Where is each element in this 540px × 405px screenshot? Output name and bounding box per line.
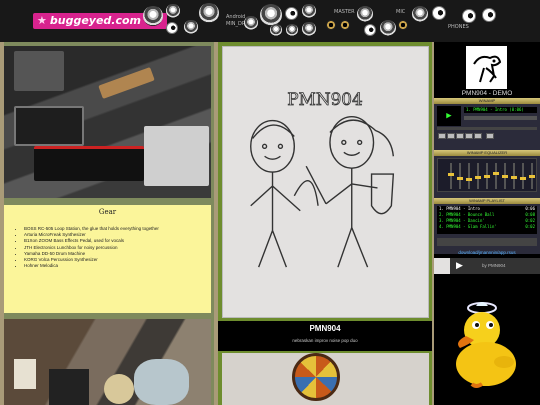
audio-player: ▶ by PMN904 [434,258,540,274]
gear-list: BOSS RC-505 Loop Station, the glue that … [24,226,205,269]
equalizer-titlebar: WINAMP EQUALIZER [434,150,540,156]
pause-button[interactable] [456,133,464,139]
winamp-player: WINAMP ▶ 1. PMN904 - Intro (0:06) WINAMP… [434,98,540,254]
jack-icon [340,20,350,30]
eq-slider-knob[interactable] [511,176,517,179]
eq-slider[interactable] [511,163,517,189]
eq-slider[interactable] [448,163,454,189]
stained-glass-window [292,353,340,401]
artist-credit: by PMN904 [482,263,506,268]
star-icon: ★ [37,14,47,27]
playlist: 1. PMN904 - Intro 0:06 2. PMN904 - Bounce… [437,206,537,234]
eq-slider-knob[interactable] [502,175,508,178]
eject-button[interactable] [486,133,494,139]
jack-icon [326,20,336,30]
knob-icon [143,6,163,26]
knob-icon [412,6,428,22]
figure-left [250,119,319,268]
eyeball-icon [432,6,446,20]
banner-label: Android [226,14,246,20]
banner-label: MASTER [334,9,355,15]
knob-icon [357,6,373,22]
knob-icon [286,24,298,36]
play-button[interactable] [447,133,455,139]
playlist-titlebar: WINAMP PLAYLIST [434,198,540,204]
eq-slider[interactable] [520,163,526,189]
knob-icon [199,3,219,23]
track-thumbnail [434,258,450,274]
playlist-controls[interactable] [437,238,537,246]
jack-icon [398,20,408,30]
eq-slider-knob[interactable] [520,177,526,180]
knob-icon [302,4,316,18]
rubber-duck-icon [456,302,516,388]
banner-label: PHONES [448,24,469,30]
stop-button[interactable] [465,133,473,139]
playlist-row[interactable]: 4. PMN904 - Glam Fallin' 0:02 [437,224,537,230]
gear-photo [4,46,211,198]
eq-slider[interactable] [484,163,490,189]
band-logo [466,46,507,89]
prev-button[interactable] [438,133,446,139]
knob-icon [166,4,180,18]
dog-logo-icon [473,55,502,83]
gear-list-card: Gear BOSS RC-505 Loop Station, the glue … [4,205,211,313]
next-button[interactable] [474,133,482,139]
gear-photo-2 [4,319,211,405]
eq-slider[interactable] [502,163,508,189]
download-link[interactable]: download/jmannnin/app.rsus [434,250,540,255]
eq-slider-knob[interactable] [475,176,481,179]
figure-right [305,115,395,268]
eyeball-icon [462,9,476,23]
knob-icon [260,4,282,26]
eyeball-icon [482,8,496,22]
winamp-ticker: 1. PMN904 - Intro (0:06) [464,107,537,113]
equalizer [437,158,537,192]
eq-slider-knob[interactable] [529,175,535,178]
gear-title: Gear [98,208,117,216]
list-item: Hohner Melodica [24,263,205,269]
eq-slider[interactable] [493,163,499,189]
play-icon[interactable]: ▶ [456,261,463,271]
band-name: PMN904 [309,324,341,333]
eq-slider-knob[interactable] [457,177,463,180]
site-banner: ★ buggeyed.com Android MIN_DRIVE MASTER M… [0,0,540,42]
eq-slider-knob[interactable] [493,172,499,175]
venue-photo [222,353,429,405]
knob-icon [270,24,282,36]
demo-label: PMN904 - DEMO [461,90,513,97]
eq-slider[interactable] [466,163,472,189]
eq-slider[interactable] [529,163,535,189]
eq-slider-knob[interactable] [466,178,472,181]
knob-icon [302,22,316,36]
stick-figure-drawing: PMN904 [222,46,429,318]
drawing-caption: PMN904 [287,89,362,109]
eq-slider-knob[interactable] [484,175,490,178]
eyeball-icon [364,24,376,36]
eq-slider[interactable] [475,163,481,189]
logo-text: buggeyed.com [49,14,142,27]
knob-icon [184,20,198,34]
drawing-svg: PMN904 [250,88,395,268]
eq-slider[interactable] [457,163,463,189]
seek-bar[interactable] [437,127,537,130]
eq-slider-knob[interactable] [448,173,454,176]
eyeball-icon [285,7,298,20]
volume-bar[interactable] [464,116,537,120]
knob-icon [244,16,258,30]
winamp-titlebar: WINAMP [434,98,540,104]
knob-icon [380,20,396,36]
winamp-display: ▶ [437,106,461,126]
eyeball-icon [166,22,178,34]
banner-label: MIC [396,9,406,15]
band-title-block: PMN904 nebraskan improv noise pop duo [218,321,432,351]
band-tagline: nebraskan improv noise pop duo [292,338,358,343]
